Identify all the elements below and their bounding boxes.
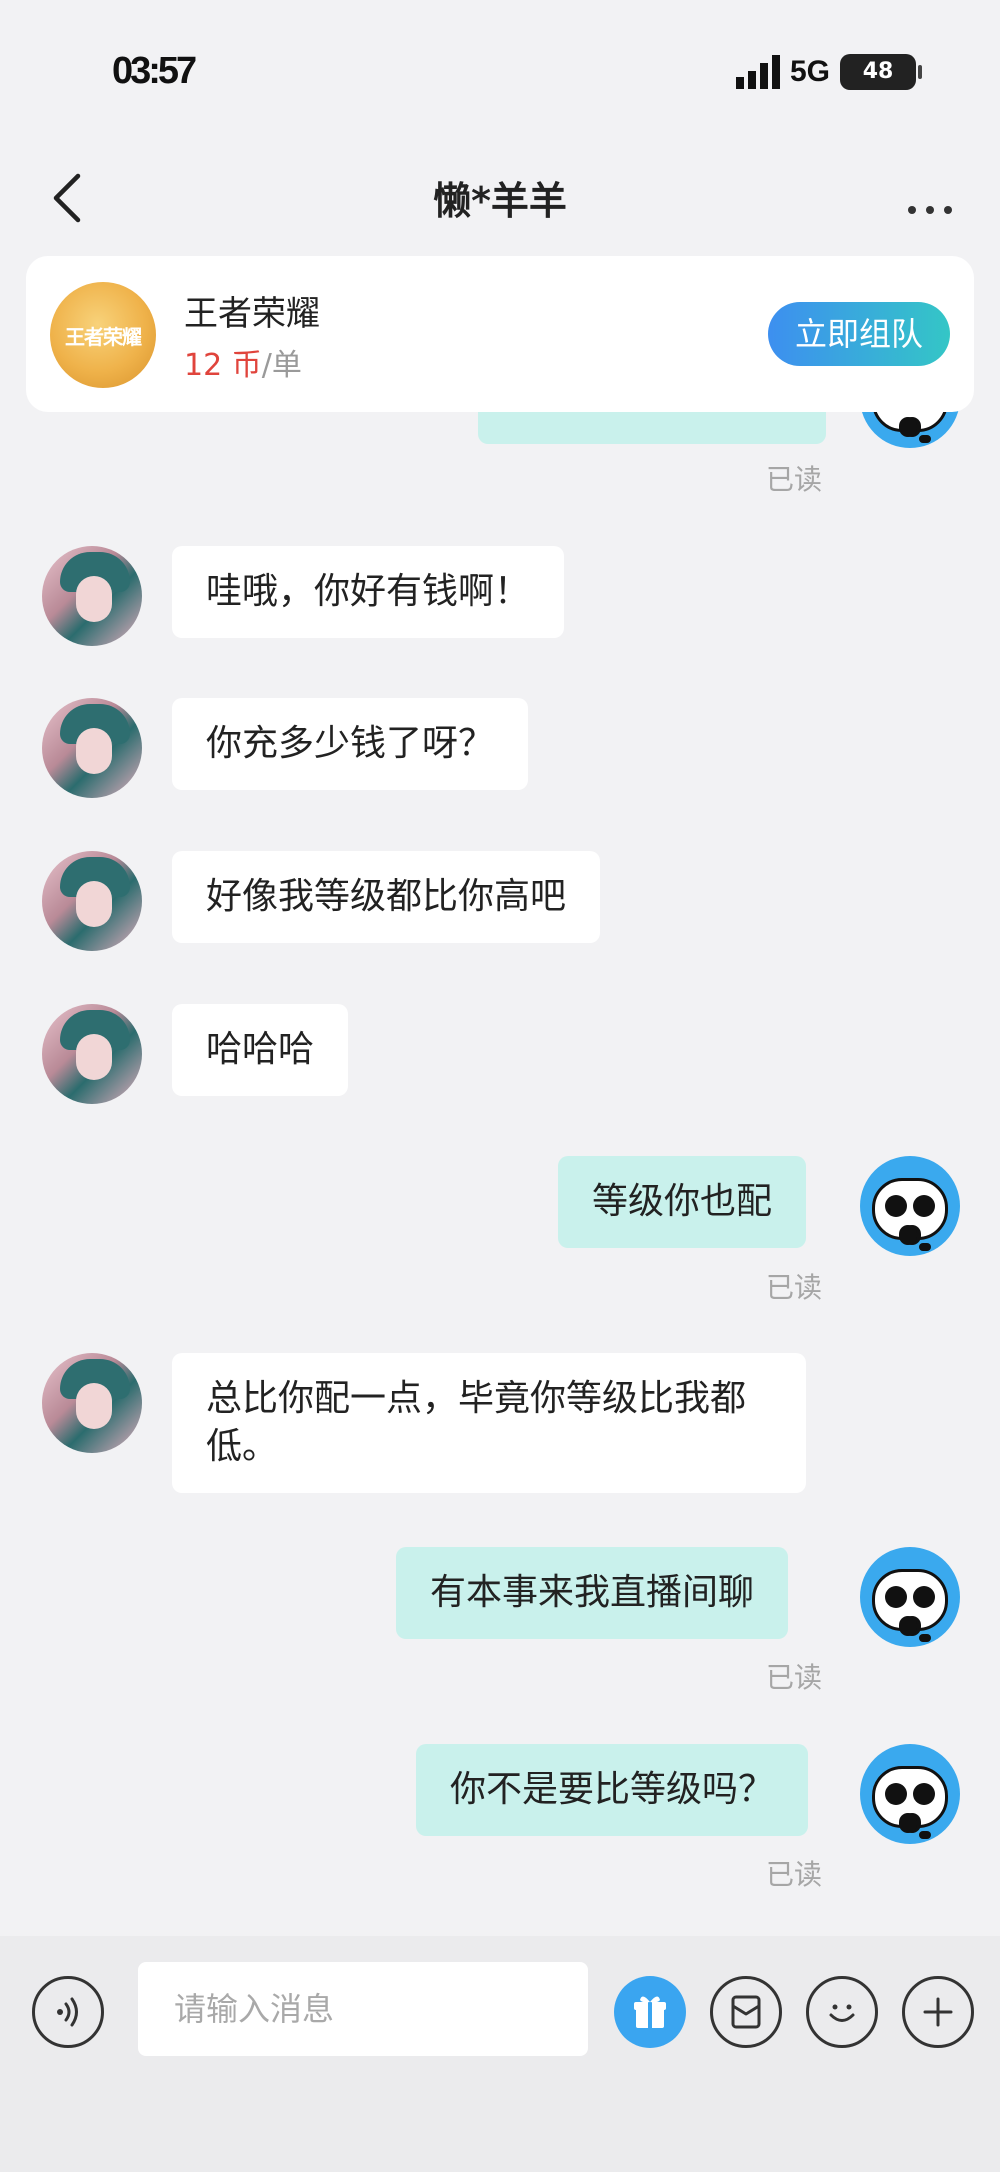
game-logo: 王者荣耀	[50, 282, 156, 388]
plus-button[interactable]	[902, 1976, 974, 2048]
contact-avatar[interactable]	[42, 546, 142, 646]
message-bubble-me[interactable]: 等级你也配	[558, 1156, 807, 1248]
team-up-button[interactable]: 立即组队	[768, 302, 950, 366]
plus-icon	[923, 1997, 953, 2027]
coupon-button[interactable]	[710, 1976, 782, 2048]
game-price: 12 币/单	[184, 340, 302, 384]
input-bar	[0, 1936, 1000, 2172]
chat-header: 懒*羊羊	[0, 150, 1000, 250]
panda-icon	[872, 1569, 948, 1642]
network-label: 5G	[789, 55, 830, 88]
status-icons: 5G 48	[735, 54, 922, 90]
game-card[interactable]: 王者荣耀 王者荣耀 12 币/单 立即组队	[26, 256, 974, 412]
message-bubble-other[interactable]: 哇哦，你好有钱啊！	[172, 546, 565, 638]
read-receipt: 已读	[766, 463, 823, 496]
gift-button[interactable]	[614, 1976, 686, 2048]
message-bubble-me[interactable]: 你不是要比等级吗？	[416, 1744, 809, 1836]
contact-avatar[interactable]	[42, 1353, 142, 1453]
price-value: 12 币	[184, 348, 262, 383]
message-bubble-other[interactable]: 你充多少钱了呀？	[172, 698, 529, 790]
message-input[interactable]	[138, 1962, 588, 2056]
panda-icon	[872, 1178, 948, 1251]
gift-icon	[634, 1996, 666, 2028]
contact-avatar[interactable]	[42, 851, 142, 951]
message-bubble-me[interactable]: 有本事来我直播间聊	[396, 1547, 789, 1639]
my-avatar[interactable]	[860, 1156, 960, 1256]
more-dots-icon	[908, 206, 952, 214]
status-time: 03:57	[112, 50, 197, 92]
more-button[interactable]	[900, 168, 960, 228]
my-avatar[interactable]	[860, 1547, 960, 1647]
chat-title: 懒*羊羊	[433, 179, 567, 223]
emoji-button[interactable]	[806, 1976, 878, 2048]
my-avatar[interactable]	[860, 1744, 960, 1844]
contact-avatar[interactable]	[42, 1004, 142, 1104]
voice-button[interactable]	[32, 1976, 104, 2048]
message-bubble-other[interactable]: 好像我等级都比你高吧	[172, 851, 601, 943]
read-receipt: 已读	[766, 1858, 823, 1891]
contact-avatar[interactable]	[42, 698, 142, 798]
battery-icon: 48	[840, 54, 922, 90]
read-receipt: 已读	[766, 1271, 823, 1304]
panda-icon	[872, 1766, 948, 1839]
coupon-icon	[731, 1995, 761, 2029]
read-receipt: 已读	[766, 1661, 823, 1694]
game-name: 王者荣耀	[184, 294, 320, 334]
voice-icon	[57, 1997, 78, 2027]
emoji-icon	[829, 2004, 855, 2022]
signal-icon	[735, 55, 780, 89]
price-unit: /单	[261, 348, 302, 383]
status-bar: 03:57 5G 48	[0, 0, 1000, 150]
game-logo-text: 王者荣耀	[65, 324, 142, 349]
message-bubble-other[interactable]: 总比你配一点，毕竟你等级比我都低。	[172, 1353, 806, 1493]
message-bubble-other[interactable]: 哈哈哈	[172, 1004, 349, 1096]
